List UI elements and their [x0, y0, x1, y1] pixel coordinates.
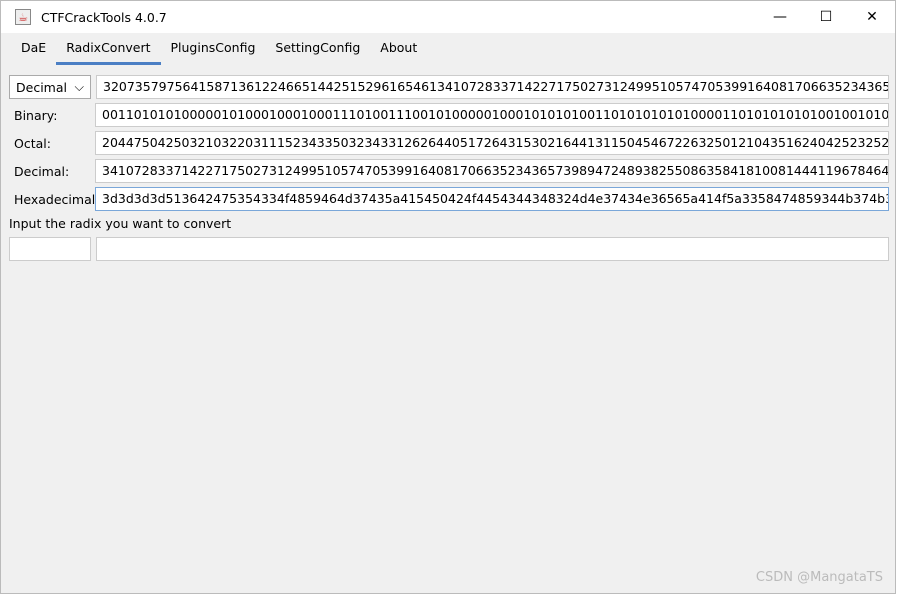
- tab-bar: DaE RadixConvert PluginsConfig SettingCo…: [1, 33, 895, 65]
- tab-about[interactable]: About: [370, 33, 427, 65]
- custom-result-field[interactable]: [96, 237, 889, 261]
- window-title: CTFCrackTools 4.0.7: [41, 9, 167, 25]
- app-window: ☕ CTFCrackTools 4.0.7 — ☐ ✕ DaE RadixCon…: [0, 0, 896, 594]
- decimal-label: Decimal:: [14, 163, 70, 179]
- octal-field[interactable]: 2044750425032103220311152343350323433126…: [95, 131, 889, 155]
- custom-radix-input[interactable]: [9, 237, 91, 261]
- tab-dae[interactable]: DaE: [11, 33, 56, 65]
- title-bar: ☕ CTFCrackTools 4.0.7 — ☐ ✕: [1, 1, 895, 33]
- tab-settingconfig[interactable]: SettingConfig: [265, 33, 370, 65]
- custom-radix-prompt: Input the radix you want to convert: [9, 216, 232, 231]
- minimize-button[interactable]: —: [757, 1, 803, 33]
- radix-select-value: Decimal: [16, 79, 67, 95]
- decimal-field[interactable]: 3410728337142271750273124995105747053991…: [95, 159, 889, 183]
- watermark: CSDN @MangataTS: [755, 570, 883, 585]
- tab-radixconvert[interactable]: RadixConvert: [56, 33, 161, 65]
- binary-field[interactable]: 0011010101000001010001000100011101001110…: [95, 103, 889, 127]
- hexadecimal-label: Hexadecimal:: [14, 191, 100, 207]
- binary-label: Binary:: [14, 107, 58, 123]
- octal-label: Octal:: [14, 135, 51, 151]
- java-app-icon: ☕: [15, 9, 31, 25]
- chevron-down-icon: ⌵: [74, 79, 84, 94]
- tab-pluginsconfig[interactable]: PluginsConfig: [161, 33, 266, 65]
- hexadecimal-field[interactable]: 3d3d3d3d513642475354334f4859464d37435a41…: [95, 187, 889, 211]
- radix-select[interactable]: Decimal ⌵: [9, 75, 91, 99]
- maximize-button[interactable]: ☐: [803, 1, 849, 33]
- close-button[interactable]: ✕: [849, 1, 895, 33]
- input-number-field[interactable]: 3207357975641587136122466514425152961654…: [96, 75, 889, 99]
